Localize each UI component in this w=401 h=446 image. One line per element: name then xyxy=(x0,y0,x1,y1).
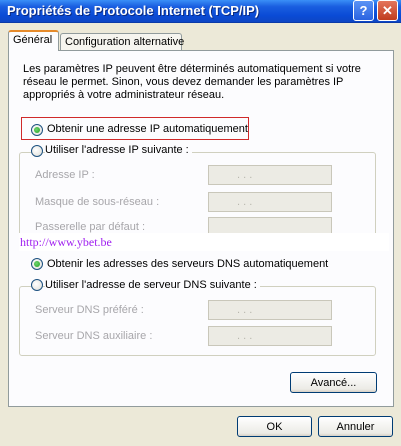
ip-manual-label[interactable]: Utiliser l'adresse IP suivante : xyxy=(45,144,192,156)
window-title: Propriétés de Protocole Internet (TCP/IP… xyxy=(7,3,260,18)
subnet-mask-field[interactable]: . . . xyxy=(208,192,332,212)
subnet-mask-dots: . . . xyxy=(237,196,253,208)
radio-selected-dot xyxy=(34,127,40,133)
radio-selected-dot xyxy=(34,261,40,267)
ok-button[interactable]: OK xyxy=(237,416,312,437)
title-bar[interactable]: Propriétés de Protocole Internet (TCP/IP… xyxy=(0,0,401,23)
help-button[interactable]: ? xyxy=(353,0,374,21)
default-gateway-label: Passerelle par défaut : xyxy=(35,221,146,233)
dns-manual-label[interactable]: Utiliser l'adresse de serveur DNS suivan… xyxy=(45,279,260,291)
ip-address-label: Adresse IP : xyxy=(35,169,95,181)
close-icon: ✕ xyxy=(382,2,393,18)
dns-manual-radio[interactable] xyxy=(31,279,43,291)
close-button[interactable]: ✕ xyxy=(377,0,398,21)
ip-address-dots: . . . xyxy=(237,169,253,181)
alternate-dns-label: Serveur DNS auxiliaire : xyxy=(35,330,153,342)
advanced-button-label: Avancé... xyxy=(310,376,357,389)
dns-auto-radio[interactable] xyxy=(31,258,43,270)
dns-auto-label[interactable]: Obtenir les adresses des serveurs DNS au… xyxy=(47,258,328,270)
subnet-mask-label: Masque de sous-réseau : xyxy=(35,196,160,208)
tab-alternate-label: Configuration alternative xyxy=(65,36,185,48)
tab-general[interactable]: Général xyxy=(8,30,59,51)
tab-alternate-configuration[interactable]: Configuration alternative xyxy=(60,33,185,50)
help-icon: ? xyxy=(359,3,368,18)
cancel-button[interactable]: Annuler xyxy=(318,416,393,437)
preferred-dns-label: Serveur DNS préféré : xyxy=(35,304,144,316)
watermark-link: http://www.ybet.be xyxy=(20,235,112,249)
preferred-dns-field[interactable]: . . . xyxy=(208,300,332,320)
cancel-button-label: Annuler xyxy=(336,420,375,433)
alternate-dns-field[interactable]: . . . xyxy=(208,326,332,346)
ip-auto-label[interactable]: Obtenir une adresse IP automatiquement xyxy=(47,123,248,135)
preferred-dns-dots: . . . xyxy=(237,304,253,316)
ip-address-field[interactable]: . . . xyxy=(208,165,332,185)
ip-manual-radio[interactable] xyxy=(31,145,43,157)
tab-general-label: Général xyxy=(13,34,53,46)
ok-button-label: OK xyxy=(266,420,283,433)
ip-auto-radio[interactable] xyxy=(31,124,43,136)
default-gateway-field[interactable] xyxy=(208,217,332,233)
description-text: Les paramètres IP peuvent être déterminé… xyxy=(23,63,361,101)
advanced-button[interactable]: Avancé... xyxy=(290,372,377,393)
alternate-dns-dots: . . . xyxy=(237,330,253,342)
